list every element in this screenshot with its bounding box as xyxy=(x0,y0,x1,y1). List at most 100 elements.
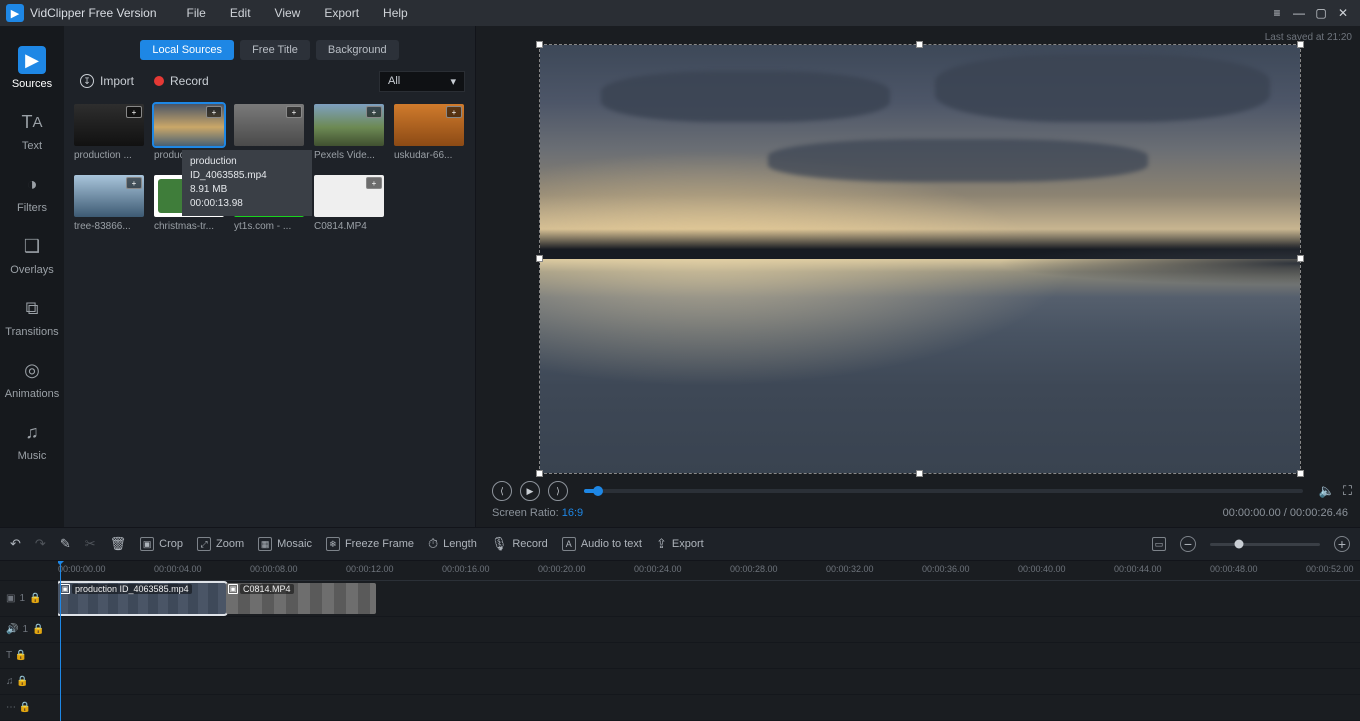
video-track[interactable]: ▣ production ID_4063585.mp4 ▣ C0814.MP4 xyxy=(58,581,1360,617)
tab-local-sources[interactable]: Local Sources xyxy=(140,40,234,60)
add-icon[interactable]: + xyxy=(286,106,302,118)
audio-to-text-tool[interactable]: AAudio to text xyxy=(562,537,642,551)
overlays-icon: ❑ xyxy=(18,232,46,260)
track-head-music[interactable]: ♫ 🔒 xyxy=(0,669,58,695)
menu-export[interactable]: Export xyxy=(312,0,371,26)
menu-help[interactable]: Help xyxy=(371,0,420,26)
add-icon[interactable]: + xyxy=(126,177,142,189)
resize-handle[interactable] xyxy=(536,470,543,477)
add-icon[interactable]: + xyxy=(446,106,462,118)
text-track[interactable] xyxy=(58,643,1360,669)
media-grid: +production ... +produc... + +Pexels Vid… xyxy=(74,104,465,232)
hamburger-icon[interactable]: ≡ xyxy=(1266,2,1288,24)
track-head-video[interactable]: ▣ 1 🔒 xyxy=(0,581,58,617)
time-display: 00:00:00.00 / 00:00:26.46 xyxy=(1223,507,1348,519)
tab-background[interactable]: Background xyxy=(316,40,399,60)
add-icon[interactable]: + xyxy=(126,106,142,118)
menu-view[interactable]: View xyxy=(263,0,313,26)
volume-icon[interactable]: 🔈 xyxy=(1319,483,1335,499)
ruler-tick: 00:00:08.00 xyxy=(250,564,298,574)
undo-button[interactable]: ↶ xyxy=(10,536,21,552)
menubar: ▶ VidClipper Free Version File Edit View… xyxy=(0,0,1360,26)
zoom-slider[interactable] xyxy=(1210,543,1320,546)
fit-button[interactable]: ▭ xyxy=(1152,537,1166,551)
music-track[interactable] xyxy=(58,669,1360,695)
ruler-tick: 00:00:16.00 xyxy=(442,564,490,574)
play-button[interactable]: ▶ xyxy=(520,481,540,501)
length-tool[interactable]: ⏱Length xyxy=(428,536,477,552)
resize-handle[interactable] xyxy=(1297,255,1304,262)
import-button[interactable]: ↧ Import xyxy=(74,70,140,92)
track-head-text[interactable]: T 🔒 xyxy=(0,643,58,669)
timeline-clip[interactable]: ▣ C0814.MP4 xyxy=(226,583,376,614)
resize-handle[interactable] xyxy=(916,41,923,48)
clip-mark-icon: ▣ xyxy=(60,584,70,594)
mosaic-icon: ▦ xyxy=(258,537,272,551)
nav-filters[interactable]: ◑ Filters xyxy=(0,160,64,222)
nav-sources[interactable]: ▶ Sources xyxy=(0,36,64,98)
export-tool[interactable]: ⇪Export xyxy=(656,536,704,552)
ruler-tick: 00:00:36.00 xyxy=(922,564,970,574)
timeline-clip[interactable]: ▣ production ID_4063585.mp4 xyxy=(58,583,226,614)
seek-bar[interactable] xyxy=(584,489,1303,493)
record-tool[interactable]: 🎙Record xyxy=(491,536,548,552)
next-frame-button[interactable]: ⟩ xyxy=(548,481,568,501)
filter-dropdown[interactable]: All ▾ xyxy=(379,71,465,92)
record-icon xyxy=(154,76,164,86)
sources-panel: Local Sources Free Title Background ↧ Im… xyxy=(64,26,476,527)
redo-button[interactable]: ↷ xyxy=(35,536,46,552)
edit-tool-button[interactable]: ✎ xyxy=(60,536,71,552)
app-logo-icon: ▶ xyxy=(6,4,24,22)
export-icon: ⇪ xyxy=(656,536,667,552)
length-icon: ⏱ xyxy=(428,536,438,552)
preview-canvas[interactable] xyxy=(540,45,1300,473)
ruler-tick: 00:00:04.00 xyxy=(154,564,202,574)
media-thumb[interactable]: +production ... xyxy=(74,104,144,161)
crop-tool[interactable]: ▣Crop xyxy=(140,537,183,551)
add-icon[interactable]: + xyxy=(366,106,382,118)
prev-frame-button[interactable]: ⟨ xyxy=(492,481,512,501)
media-thumb[interactable]: +tree-83866... xyxy=(74,175,144,232)
menu-edit[interactable]: Edit xyxy=(218,0,263,26)
audio-track[interactable] xyxy=(58,617,1360,643)
media-thumb[interactable]: +C0814.MP4 xyxy=(314,175,384,232)
nav-transitions[interactable]: ⧉ Transitions xyxy=(0,284,64,346)
time-ruler[interactable]: 00:00:00.0000:00:04.0000:00:08.0000:00:1… xyxy=(58,561,1360,581)
mosaic-tool[interactable]: ▦Mosaic xyxy=(258,537,312,551)
close-icon[interactable]: ✕ xyxy=(1332,2,1354,24)
tab-free-title[interactable]: Free Title xyxy=(240,40,310,60)
maximize-icon[interactable]: ▢ xyxy=(1310,2,1332,24)
resize-handle[interactable] xyxy=(536,41,543,48)
audio-text-icon: A xyxy=(562,537,576,551)
track-head-extra[interactable]: ⋯ 🔒 xyxy=(0,695,58,721)
resize-handle[interactable] xyxy=(916,470,923,477)
resize-handle[interactable] xyxy=(1297,470,1304,477)
zoom-out-icon[interactable]: − xyxy=(1180,536,1196,552)
playhead[interactable] xyxy=(60,561,61,721)
freeze-tool[interactable]: ❄Freeze Frame xyxy=(326,537,414,551)
menu-file[interactable]: File xyxy=(175,0,218,26)
track-head-audio[interactable]: 🔊 1 🔒 xyxy=(0,617,58,643)
resize-handle[interactable] xyxy=(1297,41,1304,48)
nav-music[interactable]: ♫ Music xyxy=(0,408,64,470)
minimize-icon[interactable]: — xyxy=(1288,2,1310,24)
play-icon: ▶ xyxy=(18,46,46,74)
zoom-in-icon[interactable]: + xyxy=(1334,536,1350,552)
media-thumb[interactable]: +uskudar-66... xyxy=(394,104,464,161)
freeze-icon: ❄ xyxy=(326,537,340,551)
zoom-tool[interactable]: ⤢Zoom xyxy=(197,537,244,551)
add-icon[interactable]: + xyxy=(206,106,222,118)
nav-animations[interactable]: ◎ Animations xyxy=(0,346,64,408)
resize-handle[interactable] xyxy=(536,255,543,262)
media-thumb[interactable]: +Pexels Vide... xyxy=(314,104,384,161)
nav-text[interactable]: TA Text xyxy=(0,98,64,160)
import-icon: ↧ xyxy=(80,74,94,88)
fullscreen-icon[interactable]: ⛶ xyxy=(1343,483,1352,499)
nav-overlays[interactable]: ❑ Overlays xyxy=(0,222,64,284)
extra-track[interactable] xyxy=(58,695,1360,721)
delete-button[interactable]: 🗑 xyxy=(110,536,127,552)
zoom-icon: ⤢ xyxy=(197,537,211,551)
record-button[interactable]: Record xyxy=(148,70,215,92)
cut-button[interactable]: ✂ xyxy=(85,536,96,552)
add-icon[interactable]: + xyxy=(366,177,382,189)
